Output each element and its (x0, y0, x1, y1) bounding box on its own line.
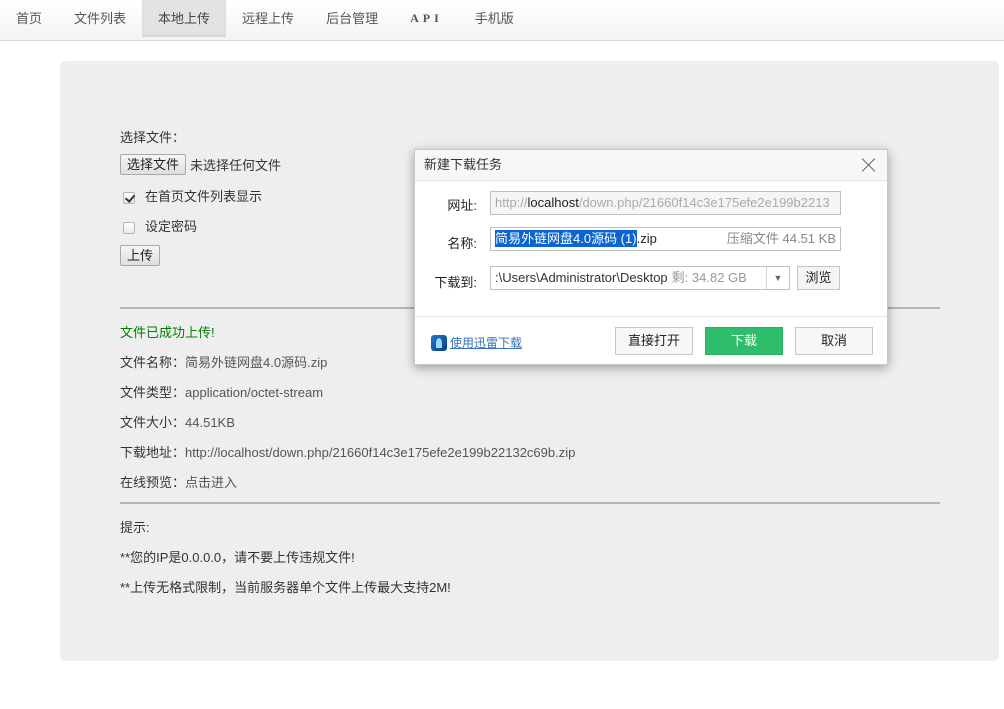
chevron-down-icon[interactable]: ▼ (766, 267, 789, 289)
nav-item-home[interactable]: 首页 (0, 0, 58, 37)
download-button[interactable]: 下载 (705, 327, 783, 355)
new-download-dialog: 新建下载任务 网址: http://localhost/down.php/216… (414, 149, 888, 365)
choose-file-label: 选择文件： (120, 130, 186, 145)
nav-item-remote-upload[interactable]: 远程上传 (226, 0, 310, 37)
show-on-home-checkbox[interactable] (123, 191, 135, 204)
choose-file-button[interactable]: 选择文件 (120, 154, 187, 175)
preview-label: 在线预览： (120, 475, 186, 490)
thunder-link-text: 使用迅雷下载 (450, 336, 523, 350)
name-label: 名称: (447, 236, 477, 251)
upload-button-row: 上传 (120, 245, 161, 266)
divider (120, 502, 940, 504)
nav-item-file-list[interactable]: 文件列表 (58, 0, 142, 37)
tips-title: 提示: (120, 520, 150, 535)
url-prefix: http:// (495, 195, 528, 210)
save-to-label: 下载到: (434, 275, 477, 290)
selected-name-text: 简易外链网盘4.0源码 (1) (495, 230, 637, 247)
close-icon[interactable] (861, 157, 877, 173)
file-size-row: 文件大小：44.51KB (120, 412, 235, 431)
download-url-row: 下载地址：http://localhost/down.php/21660f14c… (120, 442, 575, 461)
download-url-link[interactable]: http://localhost/down.php/21660f14c3e175… (185, 445, 575, 460)
url-field[interactable]: http://localhost/down.php/21660f14c3e175… (490, 191, 841, 215)
file-name-value: 简易外链网盘4.0源码.zip (185, 355, 328, 370)
url-host: localhost (527, 195, 579, 210)
download-url-label: 下载地址： (120, 445, 186, 460)
no-file-text: 未选择任何文件 (190, 158, 282, 173)
set-password-checkbox[interactable] (123, 221, 135, 234)
tip-line: **您的IP是0.0.0.0，请不要上传违规文件! (120, 550, 355, 565)
dialog-divider (415, 316, 887, 317)
save-path-select[interactable]: :\Users\Administrator\Desktop 剩: 34.82 GB… (490, 266, 790, 290)
file-meta: 压缩文件 44.51 KB (726, 231, 836, 246)
set-password-label: 设定密码 (145, 219, 198, 234)
thunder-download-link[interactable]: 使用迅雷下载 (431, 334, 522, 351)
file-type-row: 文件类型：application/octet-stream (120, 382, 323, 401)
url-rest: /down.php/21660f14c3e175efe2e199b2213 (578, 195, 830, 210)
nav-item-local-upload[interactable]: 本地上传 (142, 0, 227, 37)
preview-row: 在线预览：点击进入 (120, 472, 237, 491)
nav-item-admin[interactable]: 后台管理 (310, 0, 394, 37)
show-on-home-label: 在首页文件列表显示 (145, 189, 263, 204)
dialog-titlebar: 新建下载任务 (415, 150, 887, 181)
set-password-row: 设定密码 (120, 216, 197, 235)
url-label: 网址: (447, 198, 477, 213)
file-type-label: 文件类型： (120, 385, 186, 400)
show-on-home-row: 在首页文件列表显示 (120, 186, 262, 205)
nav-item-mobile[interactable]: 手机版 (459, 0, 530, 37)
upload-button[interactable]: 上传 (120, 245, 161, 266)
tip-line: **上传无格式限制，当前服务器单个文件上传最大支持2M! (120, 580, 451, 595)
thunder-icon (431, 334, 447, 351)
free-space: 剩: 34.82 GB (671, 270, 747, 285)
browse-button[interactable]: 浏览 (797, 266, 840, 290)
save-path: :\Users\Administrator\Desktop (495, 270, 668, 285)
file-name-label: 文件名称： (120, 355, 186, 370)
top-nav: 首页 文件列表 本地上传 远程上传 后台管理 API 手机版 (0, 0, 1004, 41)
file-type-value: application/octet-stream (185, 385, 324, 400)
success-message: 文件已成功上传! (120, 325, 215, 340)
dialog-title: 新建下载任务 (424, 157, 503, 172)
file-size-label: 文件大小： (120, 415, 186, 430)
file-name-row: 文件名称：简易外链网盘4.0源码.zip (120, 352, 327, 371)
cancel-button[interactable]: 取消 (795, 327, 873, 355)
preview-link[interactable]: 点击进入 (185, 475, 237, 490)
open-directly-button[interactable]: 直接打开 (615, 327, 693, 355)
file-size-value: 44.51KB (185, 415, 235, 430)
nav-item-api[interactable]: API (394, 0, 459, 37)
name-extension: .zip (636, 231, 657, 246)
file-name-input[interactable]: 简易外链网盘4.0源码 (1).zip 压缩文件 44.51 KB (490, 227, 841, 251)
file-input: 选择文件 未选择任何文件 (120, 154, 281, 175)
